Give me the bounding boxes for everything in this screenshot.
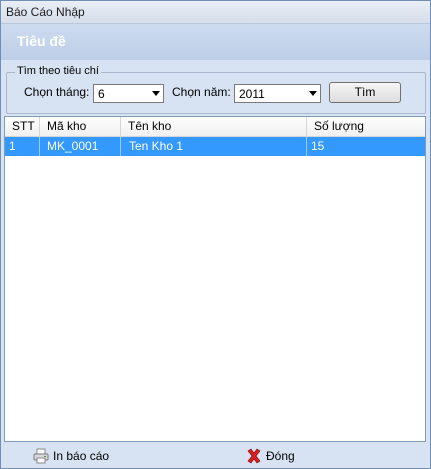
print-report-label: In báo cáo — [53, 449, 110, 463]
grid-header: STT Mã kho Tên kho Số lượng — [5, 117, 425, 137]
month-value: 6 — [98, 87, 105, 101]
year-value: 2011 — [239, 87, 265, 101]
column-header-stt[interactable]: STT — [5, 117, 40, 136]
header-band: Tiêu đề — [1, 24, 430, 60]
close-label: Đóng — [266, 449, 295, 463]
report-grid[interactable]: STT Mã kho Tên kho Số lượng 1 MK_0001 Te… — [4, 116, 426, 442]
table-row[interactable]: 1 MK_0001 Ten Kho 1 15 — [5, 137, 425, 156]
cell-so-luong: 15 — [311, 139, 325, 153]
printer-icon — [33, 448, 49, 469]
close-x-icon — [246, 448, 262, 469]
search-criteria-group: Tìm theo tiêu chí Chọn tháng: 6 Chọn năm… — [6, 65, 426, 114]
column-header-ten-kho[interactable]: Tên kho — [121, 117, 307, 136]
column-header-so-luong[interactable]: Số lượng — [307, 117, 425, 136]
cell-ma-kho: MK_0001 — [40, 137, 121, 156]
footer-bar: In báo cáo Đóng — [1, 443, 430, 468]
close-button[interactable]: Đóng — [246, 447, 306, 465]
report-window: Báo Cáo Nhập Tiêu đề Tìm theo tiêu chí C… — [0, 0, 431, 469]
year-label: Chọn năm: — [172, 85, 231, 99]
header-title: Tiêu đề — [17, 33, 66, 49]
group-title: Tìm theo tiêu chí — [15, 65, 101, 77]
month-label: Chọn tháng: — [24, 85, 90, 99]
print-report-button[interactable]: In báo cáo — [33, 447, 123, 465]
column-header-ma-kho[interactable]: Mã kho — [40, 117, 121, 136]
cell-stt: 1 — [5, 137, 40, 156]
search-button[interactable]: Tìm — [329, 82, 401, 103]
title-bar: Báo Cáo Nhập — [1, 1, 430, 24]
year-select[interactable]: 2011 — [234, 84, 321, 103]
chevron-down-icon[interactable] — [152, 91, 160, 96]
month-select[interactable]: 6 — [93, 84, 164, 103]
cell-ten-kho: Ten Kho 1 — [121, 137, 307, 156]
window-title: Báo Cáo Nhập — [6, 5, 85, 19]
chevron-down-icon[interactable] — [309, 91, 317, 96]
